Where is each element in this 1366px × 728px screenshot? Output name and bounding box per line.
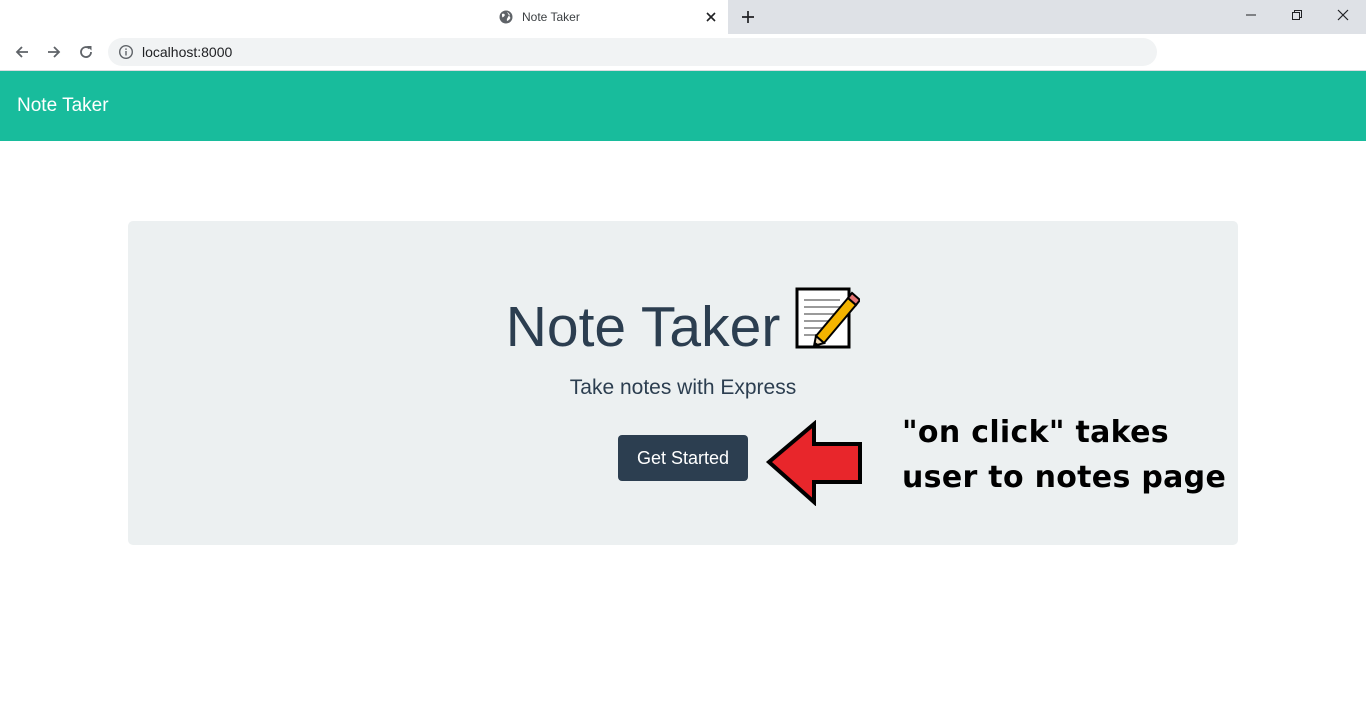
close-icon[interactable] — [1329, 4, 1357, 26]
tab-title: Note Taker — [522, 10, 580, 24]
navbar-brand[interactable]: Note Taker — [17, 95, 109, 117]
page-title: Note Taker — [0, 286, 1366, 365]
browser-tab[interactable]: Note Taker — [487, 0, 727, 34]
url-text: localhost:8000 — [142, 44, 233, 60]
minimize-icon[interactable] — [1237, 4, 1265, 26]
page-title-text: Note Taker — [505, 295, 781, 359]
hero-subtitle: Take notes with Express — [569, 376, 797, 399]
tab-strip: Note Taker — [0, 0, 1366, 34]
reload-icon[interactable] — [74, 40, 98, 64]
memo-icon — [794, 286, 862, 365]
annotation-text: "on click" takes user to notes page — [902, 410, 1242, 500]
site-navbar: Note Taker — [0, 71, 1366, 141]
annotation-line-2: user to notes page — [902, 460, 1227, 495]
globe-icon — [498, 9, 514, 25]
tab-strip-background — [728, 0, 1366, 34]
close-icon[interactable] — [701, 7, 721, 27]
arrow-left-icon — [764, 419, 864, 511]
annotation-line-1: "on click" takes — [902, 415, 1169, 450]
restore-icon[interactable] — [1283, 4, 1311, 26]
arrow-right-icon[interactable] — [42, 40, 66, 64]
plus-icon[interactable] — [736, 5, 760, 29]
arrow-left-icon[interactable] — [10, 40, 34, 64]
get-started-button[interactable]: Get Started — [618, 435, 748, 481]
address-bar[interactable]: localhost:8000 — [108, 38, 1157, 66]
info-icon[interactable] — [118, 44, 134, 60]
